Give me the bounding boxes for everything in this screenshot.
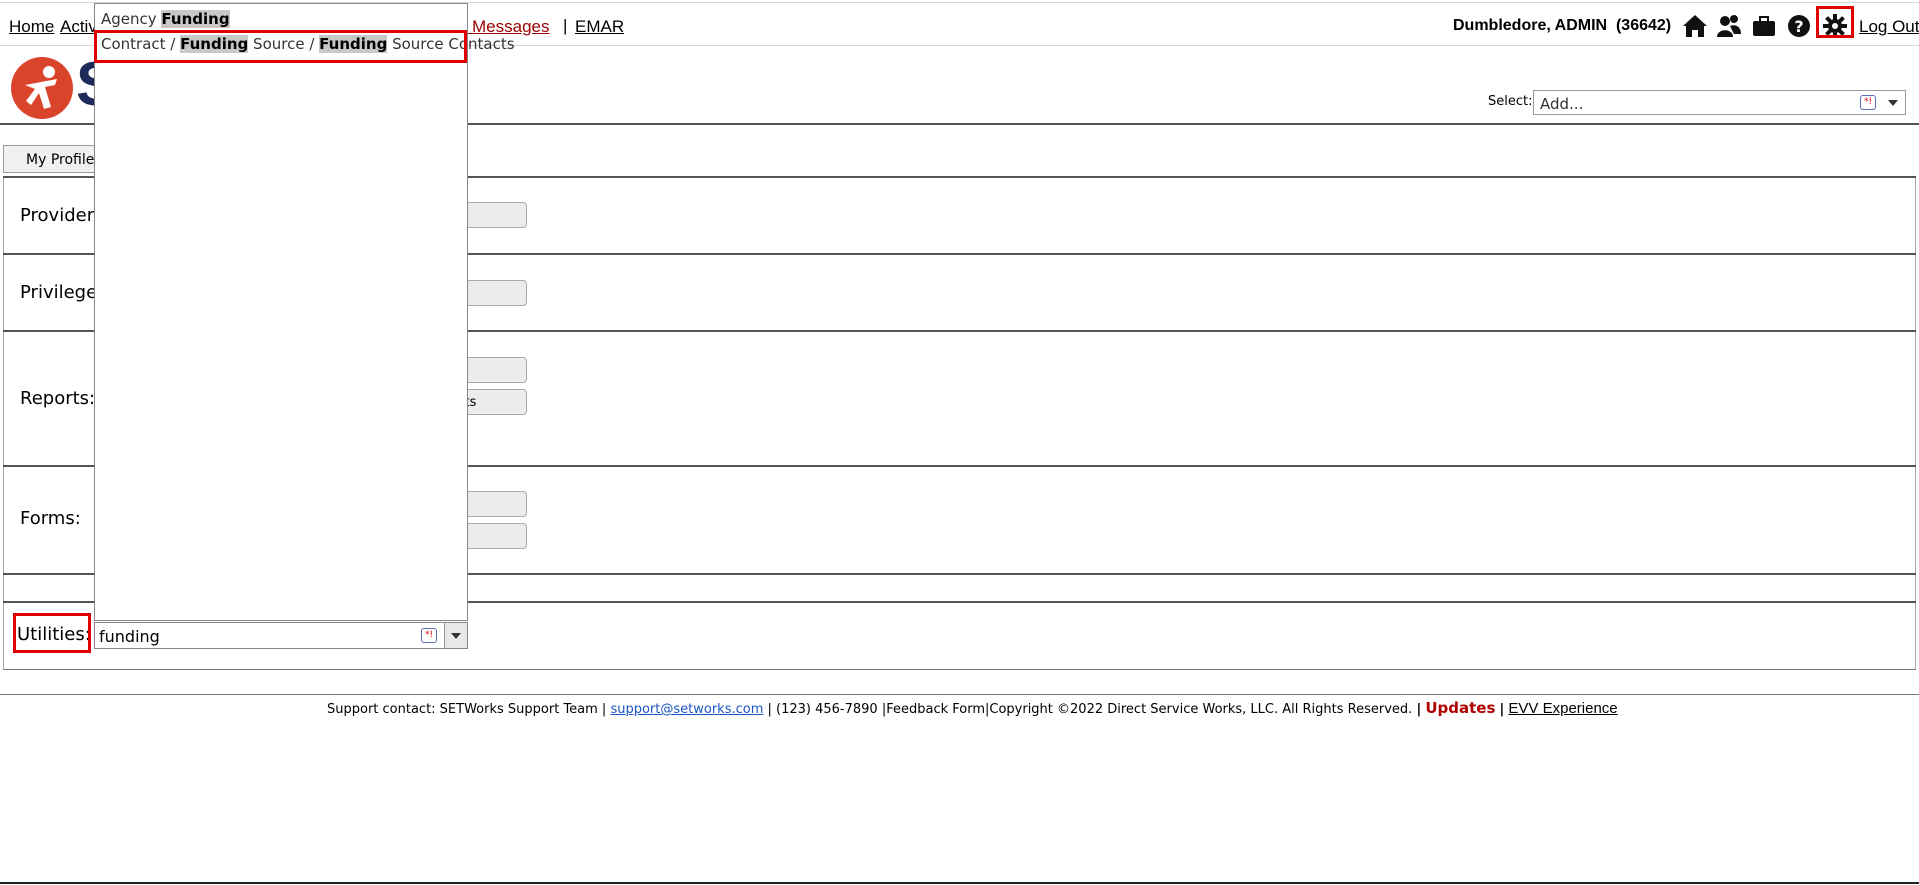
logo-figure-icon bbox=[25, 66, 57, 109]
select-label: Select: bbox=[1488, 94, 1533, 109]
option-text: Source / bbox=[248, 35, 320, 53]
section-utilities-label: Utilities: bbox=[17, 624, 91, 645]
section-divider bbox=[3, 669, 1916, 670]
search-input-value: funding bbox=[99, 627, 160, 646]
dropdown-option-agency-funding[interactable]: Agency Funding bbox=[101, 10, 230, 28]
gear-icon[interactable] bbox=[1822, 13, 1848, 39]
option-highlight: Funding bbox=[161, 10, 230, 28]
footer-copyright-text: | (123) 456-7890 |Feedback Form|Copyrigh… bbox=[763, 702, 1413, 717]
support-email-link[interactable]: support@setworks.com bbox=[610, 702, 763, 717]
keyboard-icon[interactable]: *! bbox=[421, 628, 437, 643]
section-reports-label: Reports: bbox=[20, 388, 96, 409]
footer-divider bbox=[0, 694, 1919, 695]
updates-link[interactable]: Updates bbox=[1425, 699, 1495, 717]
bottom-border bbox=[0, 882, 1919, 884]
dropdown-toggle-button[interactable] bbox=[444, 623, 467, 648]
help-icon[interactable]: ? bbox=[1786, 13, 1812, 39]
svg-text:?: ? bbox=[1794, 17, 1803, 36]
section-forms-label: Forms: bbox=[20, 508, 81, 529]
logout-link[interactable]: Log Out bbox=[1859, 17, 1919, 37]
select-add-dropdown[interactable]: Add... *! bbox=[1533, 90, 1906, 115]
footer-separator: | bbox=[1416, 702, 1422, 717]
chevron-down-icon bbox=[451, 633, 461, 639]
utilities-search-dropdown: Agency Funding Contract / Funding Source… bbox=[94, 3, 515, 621]
home-icon[interactable] bbox=[1682, 13, 1708, 39]
footer-separator: | bbox=[1499, 702, 1505, 717]
option-text: Contract / bbox=[101, 35, 181, 53]
nav-emar-link[interactable]: EMAR bbox=[575, 17, 624, 37]
option-text: Source Contacts bbox=[387, 35, 515, 53]
user-name: Dumbledore, ADMIN (36642) bbox=[1453, 17, 1671, 35]
option-highlight: Funding bbox=[180, 35, 249, 53]
section-provider-label: Provider bbox=[20, 205, 95, 226]
users-icon[interactable] bbox=[1716, 13, 1742, 39]
evv-experience-link[interactable]: EVV Experience bbox=[1508, 700, 1617, 717]
briefcase-icon[interactable] bbox=[1751, 13, 1777, 39]
option-text: Agency bbox=[101, 10, 162, 28]
keyboard-icon[interactable]: *! bbox=[1860, 95, 1876, 110]
select-placeholder: Add... bbox=[1540, 95, 1584, 113]
option-highlight: Funding bbox=[319, 35, 388, 53]
nav-home-link[interactable]: Home bbox=[9, 17, 54, 37]
footer: Support contact: SETWorks Support Team |… bbox=[327, 699, 1618, 717]
tab-my-profile-label: My Profile bbox=[26, 152, 95, 168]
user-id: (36642) bbox=[1615, 17, 1672, 34]
logo-icon bbox=[11, 57, 73, 119]
dropdown-option-contract-funding-source-contacts[interactable]: Contract / Funding Source / Funding Sour… bbox=[101, 35, 515, 53]
nav-activities-link[interactable]: Activ bbox=[60, 17, 97, 37]
footer-support-text: Support contact: SETWorks Support Team | bbox=[327, 702, 611, 717]
chevron-down-icon[interactable] bbox=[1888, 100, 1898, 106]
nav-separator: | bbox=[563, 16, 568, 35]
tab-my-profile[interactable]: My Profile bbox=[3, 145, 103, 173]
nav-messages-link[interactable]: w Messages bbox=[455, 17, 549, 37]
utilities-search-input[interactable]: funding *! bbox=[94, 622, 468, 649]
user-name-text: Dumbledore, ADMIN bbox=[1453, 17, 1608, 34]
